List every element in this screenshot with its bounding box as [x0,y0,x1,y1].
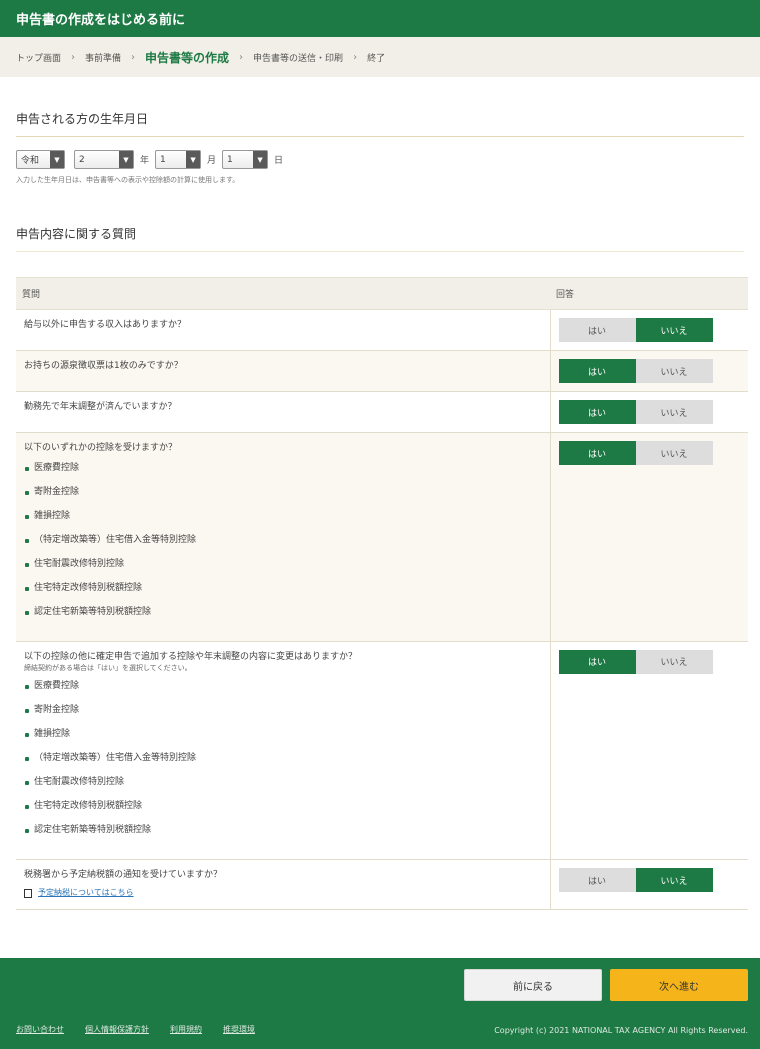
breadcrumb: トップ画面 › 事前準備 › 申告書等の作成 › 申告書等の送信・印刷 › 終了 [0,37,760,77]
question-row: 税務署から予定納税額の通知を受けていますか？ 予定納税についてはこちら はい い… [16,859,748,910]
birthdate-note: 入力した生年月日は、申告書等への表示や控除額の計算に使用します。 [16,176,240,184]
day-value: 1 [227,154,233,165]
questions-section-title: 申告内容に関する質問 [16,225,744,252]
chevron-right-icon: › [71,51,76,63]
yes-button[interactable]: はい [558,400,636,424]
list-item: （特定増改築等）住宅借入金等特別控除 [24,535,542,559]
back-button[interactable]: 前に戻る [464,969,602,1001]
page-title: 申告書の作成をはじめる前に [16,13,186,28]
yes-button[interactable]: はい [558,318,636,342]
list-item: 寄附金控除 [24,487,542,511]
question-cell: 以下の控除の他に確定申告で追加する控除や年末調整の内容に変更はありますか？ 締結… [16,641,551,861]
answer-toggle: はい いいえ [558,400,741,424]
era-value: 令和 [21,156,40,166]
footer-link-environment[interactable]: 推奨環境 [223,1024,255,1035]
day-select[interactable]: 1 ▼ [222,150,269,169]
chevron-down-icon: ▼ [253,151,268,168]
list-item: 雑損控除 [24,729,542,753]
column-header-question: 質問 [16,277,550,310]
chevron-right-icon: › [239,51,244,63]
link-label: 予定納税についてはこちら [38,888,134,898]
question-row: 勤務先で年末調整が済んでいますか？ はい いいえ [16,391,748,433]
question-cell: 以下のいずれかの控除を受けますか？ 医療費控除 寄附金控除 雑損控除 （特定増改… [16,432,551,642]
month-select[interactable]: 1 ▼ [155,150,202,169]
question-text: 以下のいずれかの控除を受けますか？ [24,443,178,453]
question-text: 税務署から予定納税額の通知を受けていますか？ [24,870,223,881]
list-item: 医療費控除 [24,681,542,705]
no-button[interactable]: いいえ [635,359,713,383]
question-text: 以下の控除の他に確定申告で追加する控除や年末調整の内容に変更はありますか？ [24,651,358,662]
list-item: 認定住宅新築等特別税額控除 [24,825,542,849]
yes-button[interactable]: はい [558,868,636,893]
footer-link-contact[interactable]: お問い合わせ [16,1024,64,1035]
year-unit: 年 [140,156,150,166]
answer-toggle: はい いいえ [558,359,741,383]
chevron-down-icon: ▼ [50,151,64,168]
birthdate-section-title: 申告される方の生年月日 [16,110,744,137]
chevron-down-icon: ▼ [119,151,133,168]
birthdate-row: 令和 ▼ 2 ▼ 年 1 ▼ 月 1 ▼ 日 [16,150,744,169]
question-row: 給与以外に申告する収入はありますか？ はい いいえ [16,309,748,351]
no-button[interactable]: いいえ [635,649,713,674]
list-item: 医療費控除 [24,463,542,487]
answer-toggle: はい いいえ [558,649,741,674]
prepayment-info-link[interactable]: 予定納税についてはこちら [24,888,542,898]
no-button[interactable]: いいえ [635,441,713,465]
footer-link-privacy[interactable]: 個人情報保護方針 [85,1024,149,1035]
chevron-right-icon: › [131,51,136,63]
page-header: 申告書の作成をはじめる前に [0,0,760,37]
question-text: お持ちの源泉徴収票は1枚のみですか？ [16,350,551,392]
list-item: 住宅特定改修特別税額控除 [24,583,542,607]
deduction-list: 医療費控除 寄附金控除 雑損控除 （特定増改築等）住宅借入金等特別控除 住宅耐震… [24,681,542,849]
question-row: お持ちの源泉徴収票は1枚のみですか？ はい いいえ [16,350,748,392]
deduction-list: 医療費控除 寄附金控除 雑損控除 （特定増改築等）住宅借入金等特別控除 住宅耐震… [24,463,542,631]
month-value: 1 [160,154,166,165]
question-cell: 税務署から予定納税額の通知を受けていますか？ 予定納税についてはこちら [16,859,551,910]
question-text: 勤務先で年末調整が済んでいますか？ [16,391,551,433]
breadcrumb-item-top: トップ画面 [16,53,62,64]
document-icon [24,888,32,898]
year-value: 2 [79,154,85,165]
question-text: 給与以外に申告する収入はありますか？ [16,309,551,351]
question-row: 以下の控除の他に確定申告で追加する控除や年末調整の内容に変更はありますか？ 締結… [16,641,748,861]
question-row: 以下のいずれかの控除を受けますか？ 医療費控除 寄附金控除 雑損控除 （特定増改… [16,432,748,642]
breadcrumb-item-end: 終了 [367,53,386,64]
question-hint: 締結契約がある場合は「はい」を選択してください。 [24,664,192,673]
questions-table: 質問 回答 給与以外に申告する収入はありますか？ はい いいえ お持ちの源泉徴収… [16,277,748,910]
list-item: （特定増改築等）住宅借入金等特別控除 [24,753,542,777]
chevron-right-icon: › [353,51,358,63]
breadcrumb-item-current: 申告書等の作成 [145,50,230,65]
footer-links: お問い合わせ 個人情報保護方針 利用規約 推奨環境 [16,1024,276,1035]
breadcrumb-item-send: 申告書等の送信・印刷 [253,53,344,64]
list-item: 住宅耐震改修特別控除 [24,777,542,801]
era-select[interactable]: 令和 ▼ [16,150,65,169]
yes-button[interactable]: はい [558,441,636,465]
footer-link-terms[interactable]: 利用規約 [170,1024,202,1035]
next-button[interactable]: 次へ進む [610,969,748,1001]
day-unit: 日 [274,156,284,166]
chevron-down-icon: ▼ [186,151,201,168]
list-item: 雑損控除 [24,511,542,535]
no-button[interactable]: いいえ [635,868,713,893]
answer-toggle: はい いいえ [558,868,741,893]
column-header-answer: 回答 [550,277,748,310]
answer-toggle: はい いいえ [558,441,741,465]
no-button[interactable]: いいえ [635,400,713,424]
list-item: 住宅特定改修特別税額控除 [24,801,542,825]
no-button[interactable]: いいえ [635,318,713,342]
list-item: 寄附金控除 [24,705,542,729]
footer-buttons: 前に戻る 次へ進む [464,969,748,1001]
yes-button[interactable]: はい [558,359,636,383]
page-footer: 前に戻る 次へ進む お問い合わせ 個人情報保護方針 利用規約 推奨環境 Copy… [0,958,760,1049]
answer-toggle: はい いいえ [558,318,741,342]
list-item: 認定住宅新築等特別税額控除 [24,607,542,631]
copyright: Copyright (c) 2021 NATIONAL TAX AGENCY A… [494,1026,748,1035]
yes-button[interactable]: はい [558,649,636,674]
month-unit: 月 [207,156,217,166]
list-item: 住宅耐震改修特別控除 [24,559,542,583]
year-select[interactable]: 2 ▼ [74,150,134,169]
breadcrumb-item-prep: 事前準備 [85,53,122,64]
